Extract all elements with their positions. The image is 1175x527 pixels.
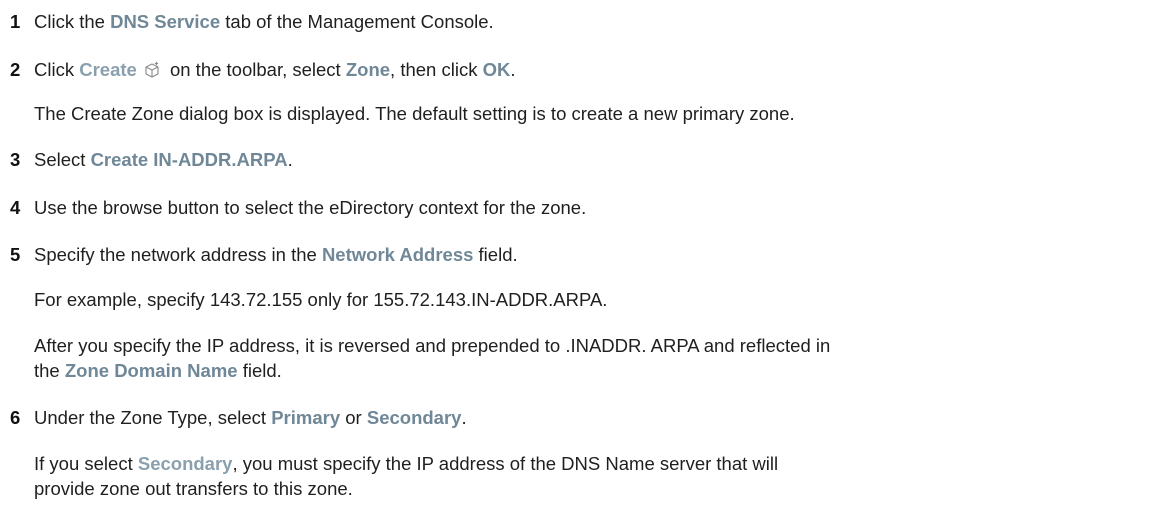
text-run: field. [237, 360, 282, 381]
text-run: . [510, 59, 516, 80]
text-run: Under the Zone Type, select [34, 407, 272, 428]
text-run: the [34, 360, 65, 381]
step-number: 2 [10, 59, 21, 80]
text-run: If you select [34, 453, 138, 474]
step-text: Use the browse button to select the eDir… [34, 197, 587, 218]
text-run: Click the [34, 11, 111, 32]
ui-term-secondary: Secondary [137, 453, 233, 474]
ui-term-create-in-addr-arpa: Create IN-ADDR.ARPA [90, 149, 288, 170]
text-run: Select [34, 149, 91, 170]
ui-term-zone: Zone [345, 59, 391, 80]
note-text: For example, specify 143.72.155 only for… [34, 289, 608, 310]
ui-term-network-address: Network Address [321, 244, 474, 265]
step-number: 3 [10, 149, 21, 170]
text-run: tab of the Management Console. [220, 11, 494, 32]
text-run: Click [34, 59, 80, 80]
step-text: Click the DNS Service tab of the Managem… [34, 10, 494, 34]
text-run: , you must specify the IP address of the… [232, 453, 779, 474]
step-text: Under the Zone Type, select Primary or S… [34, 406, 467, 430]
ui-term-primary: Primary [271, 407, 341, 428]
ui-term-secondary: Secondary [366, 407, 462, 428]
ui-term-create: Create [79, 59, 137, 80]
step-text: Select Create IN-ADDR.ARPA. [34, 148, 293, 172]
create-cube-icon [143, 61, 161, 79]
step-number: 5 [10, 244, 21, 265]
text-run: . [287, 149, 293, 170]
text-run: field. [473, 244, 518, 265]
note-text: the Zone Domain Name field. [34, 359, 282, 383]
ui-term-zone-domain-name: Zone Domain Name [64, 360, 238, 381]
step-number: 4 [10, 197, 21, 218]
text-run: . [461, 407, 467, 428]
note-text: After you specify the IP address, it is … [34, 335, 831, 356]
step-text: Specify the network address in the Netwo… [34, 243, 518, 267]
ui-term-ok: OK [482, 59, 511, 80]
note-text: provide zone out transfers to this zone. [34, 478, 353, 499]
step-text: Click Create on the toolbar, select Zone… [34, 58, 515, 82]
text-run: or [340, 407, 367, 428]
ui-term-dns-service: DNS Service [110, 11, 221, 32]
note-text: The Create Zone dialog box is displayed.… [34, 103, 795, 124]
text-run: on the toolbar, select [164, 59, 346, 80]
step-number: 6 [10, 407, 21, 428]
note-text: If you select Secondary, you must specif… [34, 452, 778, 476]
text-run: Specify the network address in the [34, 244, 322, 265]
step-number: 1 [10, 11, 21, 32]
text-run: , then click [390, 59, 483, 80]
